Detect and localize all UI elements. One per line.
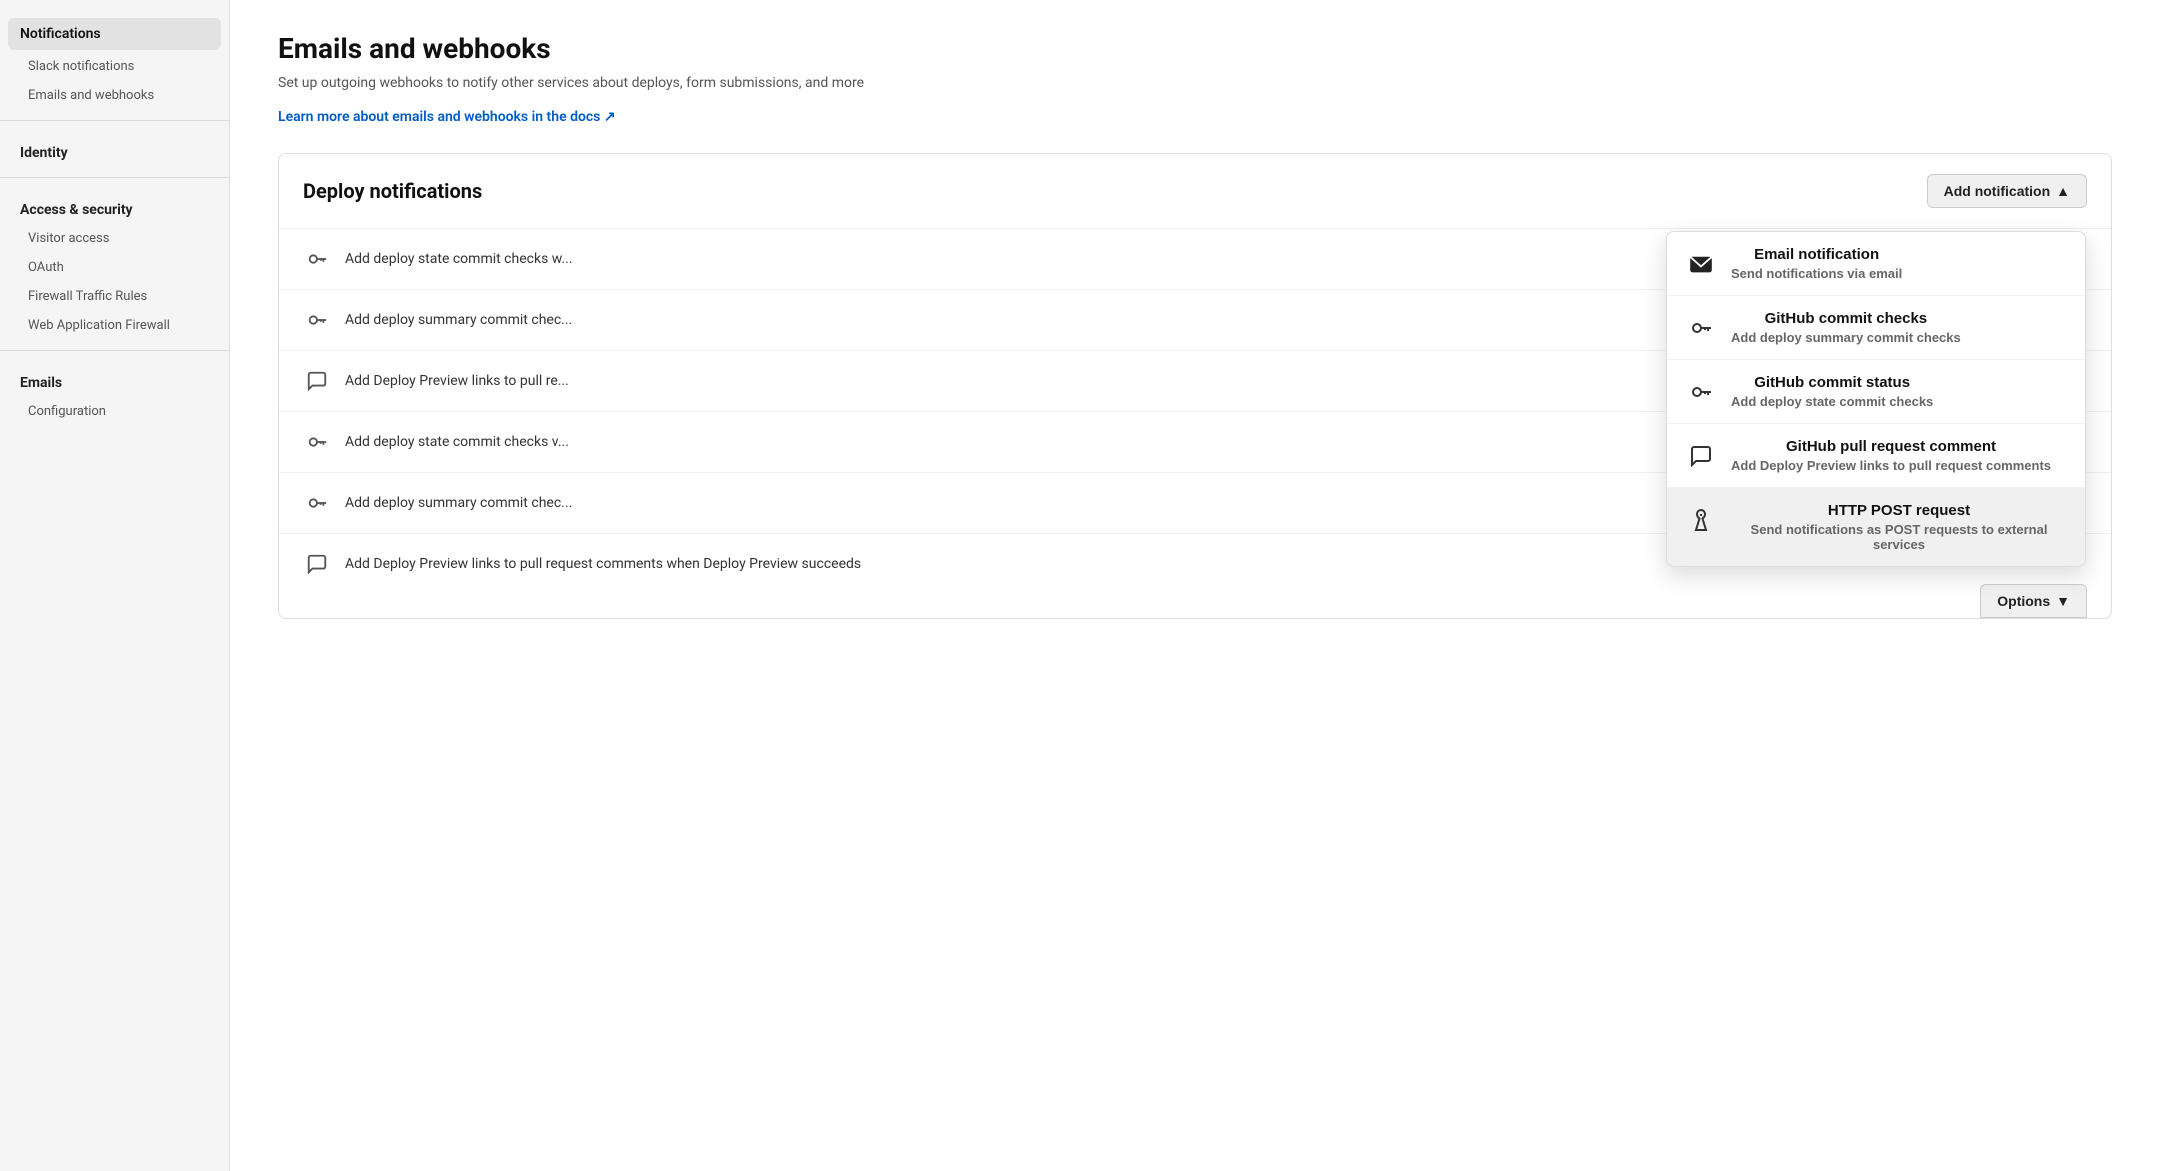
key-icon-checks (1685, 312, 1717, 344)
docs-link[interactable]: Learn more about emails and webhooks in … (278, 109, 616, 125)
add-notification-button[interactable]: Add notification ▲ Email notificat (1927, 174, 2087, 208)
sidebar-divider-2 (0, 177, 229, 178)
page-subtitle: Set up outgoing webhooks to notify other… (278, 73, 2112, 94)
notification-text-0: Add deploy state commit checks w... (345, 251, 573, 267)
dropdown-checks-title: GitHub commit checks (1731, 310, 1961, 327)
notification-text-2: Add Deploy Preview links to pull re... (345, 373, 569, 389)
dropdown-status-title: GitHub commit status (1731, 374, 1933, 391)
key-icon-status (1685, 376, 1717, 408)
dropdown-item-github-checks[interactable]: GitHub commit checks Add deploy summary … (1667, 296, 2085, 360)
chat-icon-pr (1685, 440, 1717, 472)
chevron-down-icon: ▼ (2056, 593, 2070, 609)
chat-icon-5 (303, 550, 331, 578)
key-icon-1 (303, 306, 331, 334)
dropdown-checks-desc: Add deploy summary commit checks (1731, 330, 1961, 345)
key-icon-0 (303, 245, 331, 273)
notification-text-4: Add deploy summary commit chec... (345, 495, 572, 511)
dropdown-http-desc: Send notifications as POST requests to e… (1731, 522, 2067, 552)
dropdown-item-email[interactable]: Email notification Send notifications vi… (1667, 232, 2085, 296)
key-icon-4 (303, 489, 331, 517)
dropdown-email-desc: Send notifications via email (1731, 266, 1902, 281)
chat-icon-2 (303, 367, 331, 395)
sidebar-divider-3 (0, 350, 229, 351)
main-content: Emails and webhooks Set up outgoing webh… (230, 0, 2160, 1171)
sidebar-divider-1 (0, 120, 229, 121)
sidebar-item-notifications[interactable]: Notifications (8, 18, 221, 50)
dropdown-pr-desc: Add Deploy Preview links to pull request… (1731, 458, 2051, 473)
notification-text-5: Add Deploy Preview links to pull request… (345, 556, 861, 572)
dropdown-item-github-status[interactable]: GitHub commit status Add deploy state co… (1667, 360, 2085, 424)
sidebar-section-emails: Emails (0, 361, 229, 397)
sidebar-item-slack-notifications[interactable]: Slack notifications (0, 52, 229, 81)
sidebar-item-web-application-firewall[interactable]: Web Application Firewall (0, 311, 229, 340)
section-title: Deploy notifications (303, 179, 482, 203)
options-button[interactable]: Options ▼ (1980, 584, 2087, 618)
dropdown-http-title: HTTP POST request (1731, 502, 2067, 519)
sidebar: Notifications Slack notifications Emails… (0, 0, 230, 1171)
key-icon-3 (303, 428, 331, 456)
deploy-notifications-card: Deploy notifications Add notification ▲ (278, 153, 2112, 619)
sidebar-item-visitor-access[interactable]: Visitor access (0, 224, 229, 253)
dropdown-item-http-post[interactable]: HTTP POST request Send notifications as … (1667, 488, 2085, 566)
dropdown-item-github-pr[interactable]: GitHub pull request comment Add Deploy P… (1667, 424, 2085, 488)
notification-text-1: Add deploy summary commit chec... (345, 312, 572, 328)
dropdown-email-title: Email notification (1731, 246, 1902, 263)
notification-text-3: Add deploy state commit checks v... (345, 434, 569, 450)
sidebar-section-identity: Identity (0, 131, 229, 167)
sidebar-item-configuration[interactable]: Configuration (0, 397, 229, 426)
dropdown-pr-title: GitHub pull request comment (1731, 438, 2051, 455)
chevron-up-icon: ▲ (2056, 183, 2070, 199)
sidebar-item-firewall-traffic[interactable]: Firewall Traffic Rules (0, 282, 229, 311)
sidebar-section-access-security: Access & security (0, 188, 229, 224)
envelope-icon (1685, 248, 1717, 280)
add-notification-dropdown: Email notification Send notifications vi… (1666, 231, 2086, 567)
dropdown-status-desc: Add deploy state commit checks (1731, 394, 1933, 409)
sidebar-item-emails-webhooks[interactable]: Emails and webhooks (0, 81, 229, 110)
page-title: Emails and webhooks (278, 32, 2112, 65)
section-header: Deploy notifications Add notification ▲ (279, 154, 2111, 229)
hook-icon (1685, 504, 1717, 536)
sidebar-item-oauth[interactable]: OAuth (0, 253, 229, 282)
